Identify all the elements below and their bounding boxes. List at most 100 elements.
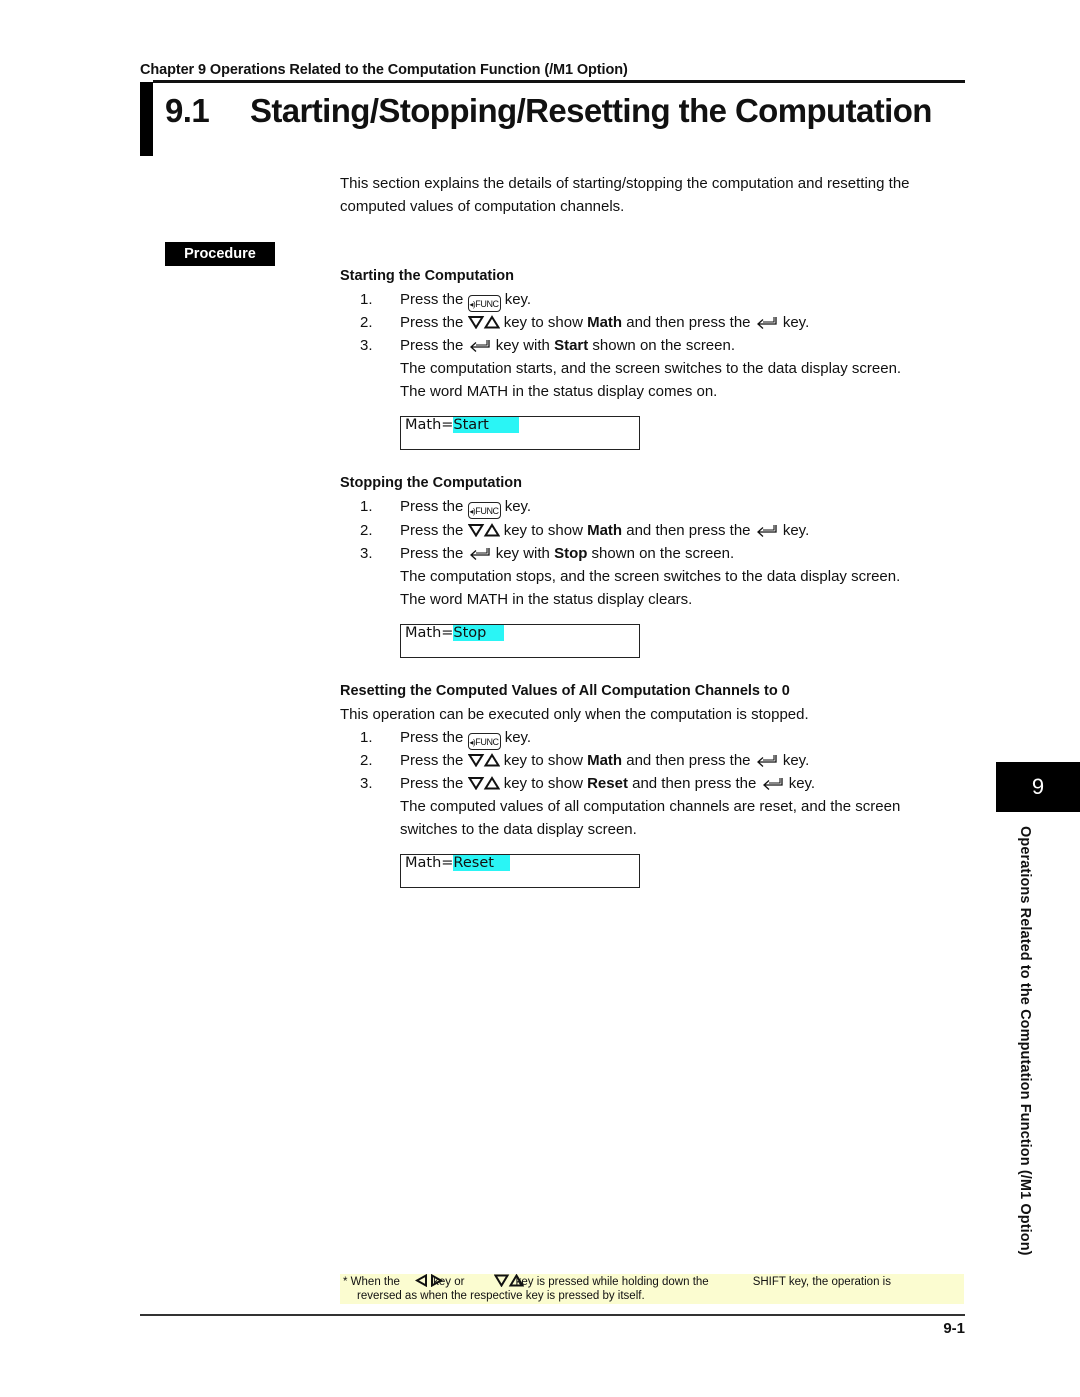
resetting-step-2: 2. Press the key to show Math and then pr…	[360, 749, 809, 772]
step-bold-text: Math	[587, 314, 623, 331]
starting-heading: Starting the Computation	[340, 268, 514, 284]
step-text: key.	[778, 314, 810, 331]
footnote-line-1: * When the key or key is pressed while h…	[343, 1274, 891, 1289]
footnote-text: key is pressed while holding down the	[515, 1276, 709, 1288]
chapter-side-text: Operations Related to the Computation Fu…	[1017, 826, 1041, 1296]
step-text: Press the	[400, 314, 468, 331]
step-bold-text: Math	[587, 522, 623, 539]
stopping-heading: Stopping the Computation	[340, 475, 523, 491]
section-number: 9.1	[165, 92, 210, 129]
stopping-step-3: 3. Press the key with Stop shown on the s…	[360, 542, 734, 565]
step-text: key to show	[499, 775, 588, 792]
starting-result-2: The word MATH in the status display come…	[400, 383, 718, 400]
footnote-text: SHIFT key, the operation is	[752, 1276, 891, 1288]
step-text: Press the	[400, 752, 468, 769]
section-title: 9.1 Starting/Stopping/Resetting the Compu…	[165, 92, 932, 130]
stopping-result-1: The computation stops, and the screen sw…	[400, 568, 901, 585]
step-text: key.	[784, 775, 816, 792]
step-text: key with	[491, 545, 555, 562]
step-bold-text: Stop	[554, 545, 588, 562]
func-key-label: FUNC	[475, 737, 499, 747]
step-text: Press the	[400, 729, 468, 746]
resetting-result-2: switches to the data display screen.	[400, 821, 637, 838]
func-key-icon: ◂)FUNC	[467, 733, 501, 750]
footnote-line-2: reversed as when the respective key is p…	[357, 1290, 645, 1302]
step-text: key.	[500, 291, 532, 308]
resetting-note: This operation can be executed only when…	[340, 706, 809, 723]
lcd-highlight-value: Stop	[453, 625, 505, 641]
page-number: 9-1	[943, 1320, 965, 1337]
lcd-highlight-value: Start	[453, 417, 519, 433]
lcd-text: Math=Start	[405, 417, 519, 434]
step-text: and then press the	[622, 314, 755, 331]
resetting-heading: Resetting the Computed Values of All Com…	[340, 683, 790, 699]
step-text: key.	[500, 498, 532, 515]
lcd-highlight-value: Reset	[453, 855, 510, 871]
enter-key-icon	[469, 548, 490, 560]
step-number: 3.	[360, 775, 373, 792]
step-number: 2.	[360, 314, 373, 331]
enter-key-icon	[469, 340, 490, 352]
enter-key-icon	[756, 317, 777, 329]
func-key-label: FUNC	[475, 506, 499, 516]
title-accent-bar	[140, 82, 153, 156]
step-number: 1.	[360, 729, 373, 746]
starting-step-3: 3. Press the key with Start shown on the …	[360, 334, 735, 357]
enter-key-icon	[756, 525, 777, 537]
step-text: key to show	[499, 522, 588, 539]
lcd-prefix: Math=	[405, 855, 454, 871]
footer-rule	[140, 1314, 965, 1316]
stopping-step-2: 2. Press the key to show Math and then pr…	[360, 519, 809, 542]
intro-line-1: This section explains the details of sta…	[340, 175, 910, 192]
step-text: shown on the screen.	[587, 545, 735, 562]
step-text: shown on the screen.	[588, 337, 736, 354]
step-text: key to show	[499, 752, 588, 769]
func-key-label: FUNC	[475, 299, 499, 309]
step-text: Press the	[400, 545, 468, 562]
starting-step-1: 1. Press the ◂)FUNC key.	[360, 288, 532, 312]
step-text: Press the	[400, 522, 468, 539]
lcd-prefix: Math=	[405, 417, 454, 433]
step-text: and then press the	[627, 775, 761, 792]
step-text: key with	[491, 337, 555, 354]
lcd-prefix: Math=	[405, 625, 454, 641]
step-number: 3.	[360, 337, 373, 354]
step-number: 1.	[360, 498, 373, 515]
resetting-result-1: The computed values of all computation c…	[400, 798, 901, 815]
down-up-arrow-keys-icon	[467, 753, 500, 767]
resetting-step-1: 1. Press the ◂)FUNC key.	[360, 726, 532, 750]
footnote: * When the key or key is pressed while h…	[340, 1274, 964, 1304]
footnote-text: key or	[433, 1276, 468, 1288]
step-text: Press the	[400, 775, 468, 792]
chapter-header: Chapter 9 Operations Related to the Comp…	[140, 62, 628, 78]
step-text: Press the	[400, 337, 468, 354]
lcd-display-start: Math=Start	[400, 416, 640, 450]
down-up-arrow-keys-icon	[467, 523, 500, 537]
step-text: key.	[778, 522, 810, 539]
lcd-text: Math=Reset	[405, 855, 510, 872]
chapter-side-text-label: Operations Related to the Computation Fu…	[1017, 826, 1033, 1256]
intro-paragraph: This section explains the details of sta…	[340, 172, 960, 218]
section-title-text: Starting/Stopping/Resetting the Computat…	[250, 92, 932, 129]
intro-line-2: computed values of computation channels.	[340, 198, 625, 215]
starting-result-1: The computation starts, and the screen s…	[400, 360, 902, 377]
stopping-step-1: 1. Press the ◂)FUNC key.	[360, 495, 532, 519]
step-text: key to show	[499, 314, 588, 331]
enter-key-icon	[756, 755, 777, 767]
resetting-step-3: 3. Press the key to show Reset and then p…	[360, 772, 815, 795]
lcd-display-reset: Math=Reset	[400, 854, 640, 888]
lcd-text: Math=Stop	[405, 625, 505, 642]
func-key-icon: ◂)FUNC	[467, 295, 501, 312]
stopping-result-2: The word MATH in the status display clea…	[400, 591, 693, 608]
step-text: and then press the	[622, 522, 755, 539]
step-bold-text: Math	[587, 752, 623, 769]
footnote-text: When the	[347, 1276, 404, 1288]
down-up-arrow-keys-icon	[467, 776, 500, 790]
step-bold-text: Reset	[587, 775, 628, 792]
func-key-icon: ◂)FUNC	[467, 502, 501, 519]
enter-key-icon	[762, 778, 783, 790]
step-text: key.	[500, 729, 532, 746]
step-number: 3.	[360, 545, 373, 562]
procedure-badge: Procedure	[165, 242, 275, 266]
step-number: 2.	[360, 522, 373, 539]
